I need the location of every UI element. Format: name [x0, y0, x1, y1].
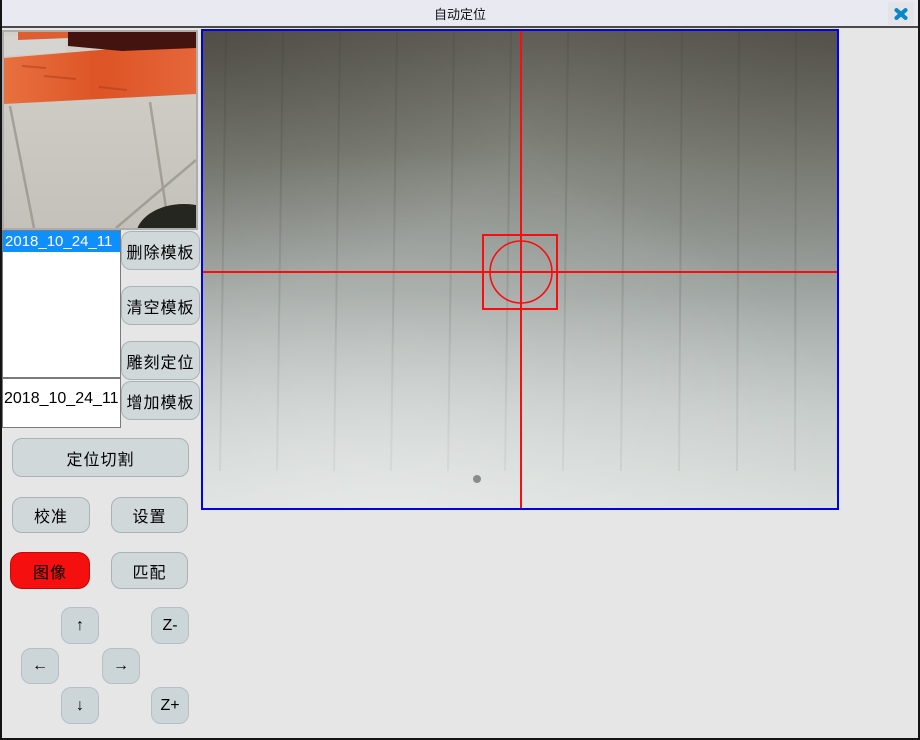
right-arrow-icon: →: [113, 657, 129, 675]
camera-view: [201, 29, 839, 510]
clear-templates-button[interactable]: 清空模板: [121, 286, 200, 325]
auto-positioning-window: 自动定位: [0, 0, 920, 740]
left-arrow-icon: ←: [32, 657, 48, 675]
template-list: 2018_10_24_11: [2, 230, 121, 378]
up-arrow-icon: ↑: [76, 617, 84, 635]
jog-left-button[interactable]: ←: [21, 648, 59, 684]
template-name-input[interactable]: [2, 378, 121, 428]
image-button[interactable]: 图像: [10, 552, 90, 589]
calibrate-button[interactable]: 校准: [12, 497, 90, 533]
template-preview: [2, 30, 198, 230]
position-cut-button[interactable]: 定位切割: [12, 438, 189, 477]
jog-down-button[interactable]: ↓: [61, 687, 99, 724]
z-minus-label: Z-: [162, 617, 177, 635]
add-template-button[interactable]: 增加模板: [121, 381, 200, 420]
jog-z-minus-button[interactable]: Z-: [151, 607, 189, 644]
close-icon: [893, 7, 909, 21]
delete-template-button[interactable]: 删除模板: [121, 231, 200, 270]
template-list-item[interactable]: 2018_10_24_11: [3, 231, 120, 252]
template-preview-image: [4, 32, 196, 228]
close-button[interactable]: [888, 2, 914, 25]
jog-z-plus-button[interactable]: Z+: [151, 687, 189, 724]
titlebar: 自动定位: [2, 0, 918, 28]
engrave-position-button[interactable]: 雕刻定位: [121, 341, 200, 380]
window-title: 自动定位: [434, 4, 486, 23]
camera-feed: [203, 31, 837, 508]
match-button[interactable]: 匹配: [111, 552, 188, 589]
jog-right-button[interactable]: →: [102, 648, 140, 684]
settings-button[interactable]: 设置: [111, 497, 188, 533]
down-arrow-icon: ↓: [76, 697, 84, 715]
jog-up-button[interactable]: ↑: [61, 607, 99, 644]
z-plus-label: Z+: [160, 697, 179, 715]
